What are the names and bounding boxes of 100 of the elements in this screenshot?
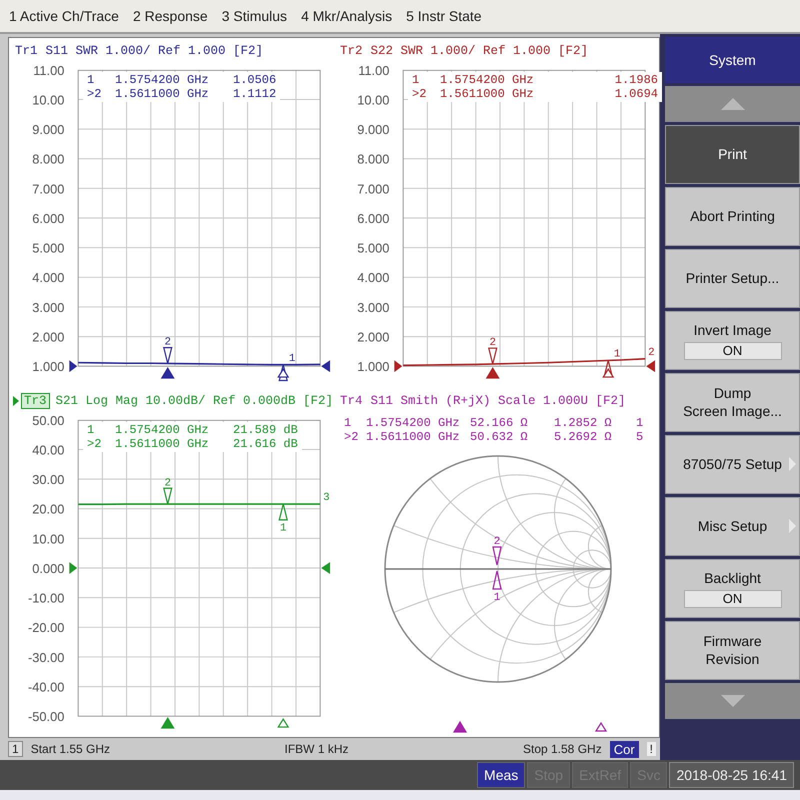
- status-indicator: Meas: [477, 762, 526, 788]
- down-arrow-icon: [720, 694, 744, 707]
- marker-label: 1: [494, 592, 500, 604]
- y-axis-label: 2.000: [357, 329, 390, 344]
- y-axis-label: -20.00: [28, 620, 64, 635]
- y-axis-label: 10.00: [32, 92, 64, 108]
- marker-number: >2: [87, 86, 102, 101]
- submenu-arrow-icon: [789, 519, 796, 534]
- trace-number: 2: [648, 346, 655, 359]
- marker-frequency: 1.5611000 GHz: [115, 86, 210, 101]
- y-axis-label: 7.000: [357, 181, 390, 196]
- marker-number: 1: [344, 416, 352, 430]
- marker-value: 21.616 dB: [233, 436, 298, 451]
- y-axis-label: 11.00: [358, 62, 390, 78]
- marker-number: 1: [87, 422, 96, 437]
- y-axis-label: 1.000: [32, 359, 64, 374]
- scroll-down-button[interactable]: [665, 682, 800, 719]
- marker-frequency: 1.5754200 GHz: [115, 72, 210, 87]
- marker-label: 2: [489, 337, 496, 350]
- y-axis-label: -50.00: [28, 708, 64, 724]
- submenu-arrow-icon: [789, 457, 796, 472]
- y-axis-label: 6.000: [32, 210, 64, 226]
- marker-value: 21.589 dB: [233, 422, 298, 437]
- marker-label: 1: [288, 352, 296, 365]
- trace-title: S21 Log Mag 10.00dB/ Ref 0.000dB [F2]: [56, 394, 334, 408]
- toggle-value: ON: [684, 342, 782, 360]
- y-axis-label: 7.000: [32, 181, 64, 196]
- readout-value: 5: [636, 430, 644, 444]
- marker-icon: [492, 546, 502, 566]
- y-axis-label: 10.00: [32, 530, 64, 546]
- softkey-button[interactable]: 87050/75 Setup: [665, 434, 800, 494]
- marker-frequency: 1.5611000 GHz: [115, 436, 210, 451]
- softkey-label: Invert Image: [694, 320, 772, 339]
- marker-label: 1: [614, 348, 620, 360]
- menu-item[interactable]: 4 Mkr/Analysis: [296, 6, 398, 26]
- y-axis-label: 3.000: [357, 300, 390, 315]
- marker-label: 1: [280, 522, 286, 534]
- y-axis-label: 8.000: [357, 152, 390, 167]
- marker-frequency: 1.5754200 GHz: [440, 72, 535, 87]
- softkey-button[interactable]: Abort Printing: [665, 186, 800, 246]
- y-axis-label: 30.00: [32, 472, 64, 487]
- softkey-button[interactable]: Printer Setup...: [665, 248, 800, 308]
- stop-frequency: Stop 1.58 GHz: [522, 742, 602, 756]
- y-axis-label: 6.000: [357, 210, 390, 226]
- readout-value: 1: [636, 416, 644, 430]
- marker-value: 1.1112: [233, 86, 276, 101]
- y-axis-label: 9.000: [32, 122, 64, 138]
- softkey-button[interactable]: Misc Setup: [665, 496, 800, 556]
- y-axis-label: 20.00: [32, 501, 64, 516]
- trace-id: Tr4: [339, 394, 364, 408]
- trace-number: 3: [323, 492, 330, 504]
- menu-item[interactable]: 5 Instr State: [401, 6, 487, 26]
- y-axis-label: 40.00: [32, 442, 64, 457]
- y-axis-label: 9.000: [357, 122, 390, 138]
- marker-number: >2: [87, 436, 102, 451]
- marker-reactance: 5.2692 Ω: [554, 430, 613, 444]
- y-axis-label: 1.000: [357, 359, 390, 374]
- marker-label: 2: [494, 536, 500, 548]
- menu-item[interactable]: 1 Active Ch/Trace: [4, 6, 124, 26]
- up-arrow-icon: [720, 98, 744, 110]
- marker-icon: [278, 502, 288, 520]
- softkey-button[interactable]: Firmware Revision: [665, 620, 800, 680]
- date-time: 2018-08-25 16:41: [669, 762, 794, 788]
- menu-item[interactable]: 3 Stimulus: [216, 6, 292, 26]
- trace-id: Tr3: [21, 392, 50, 409]
- marker-icon: [278, 364, 288, 382]
- softkey-toggle[interactable]: Invert Image ON: [665, 310, 800, 370]
- marker-frequency: 1.5611000 GHz: [366, 430, 461, 444]
- marker-icon: [492, 570, 502, 590]
- softkey-label: Backlight: [704, 568, 761, 587]
- toggle-value: ON: [684, 590, 782, 608]
- trace-title: S11 Smith (R+jX) Scale 1.000U [F2]: [370, 394, 626, 408]
- menu-item[interactable]: 2 Response: [128, 6, 213, 26]
- active-trace-icon: [13, 396, 19, 406]
- softkey-button[interactable]: Dump Screen Image...: [665, 372, 800, 432]
- marker-frequency: 1.5611000 GHz: [440, 86, 535, 101]
- y-axis-label: 3.000: [32, 300, 64, 315]
- marker-frequency: 1.5754200 GHz: [115, 422, 210, 437]
- channel-number: 1: [8, 741, 23, 758]
- marker-value: 1.1986: [614, 72, 658, 87]
- correction-indicator: Cor: [610, 740, 639, 758]
- marker-number: >2: [412, 86, 428, 101]
- y-axis-label: -10.00: [28, 590, 64, 606]
- y-axis-label: 5.000: [32, 240, 64, 256]
- marker-label: 2: [164, 336, 171, 349]
- marker-value: 1.0694: [614, 86, 658, 101]
- marker-label: 2: [164, 476, 171, 489]
- marker-reactance: 1.2852 Ω: [554, 416, 613, 430]
- y-axis-label: 5.000: [357, 240, 390, 256]
- marker-resistance: 52.166 Ω: [470, 416, 529, 430]
- softkey-toggle[interactable]: Backlight ON: [665, 558, 800, 618]
- marker-number: 1: [87, 72, 96, 87]
- marker-icon: [604, 360, 613, 377]
- softkey-button[interactable]: Print: [665, 124, 800, 184]
- scroll-up-button[interactable]: [665, 86, 800, 122]
- warning-indicator: !: [646, 742, 656, 756]
- menu-title: System: [665, 36, 800, 83]
- marker-number: 1: [412, 72, 420, 87]
- marker-resistance: 50.632 Ω: [470, 430, 529, 444]
- ifbw-label: IFBW 1 kHz: [284, 742, 349, 756]
